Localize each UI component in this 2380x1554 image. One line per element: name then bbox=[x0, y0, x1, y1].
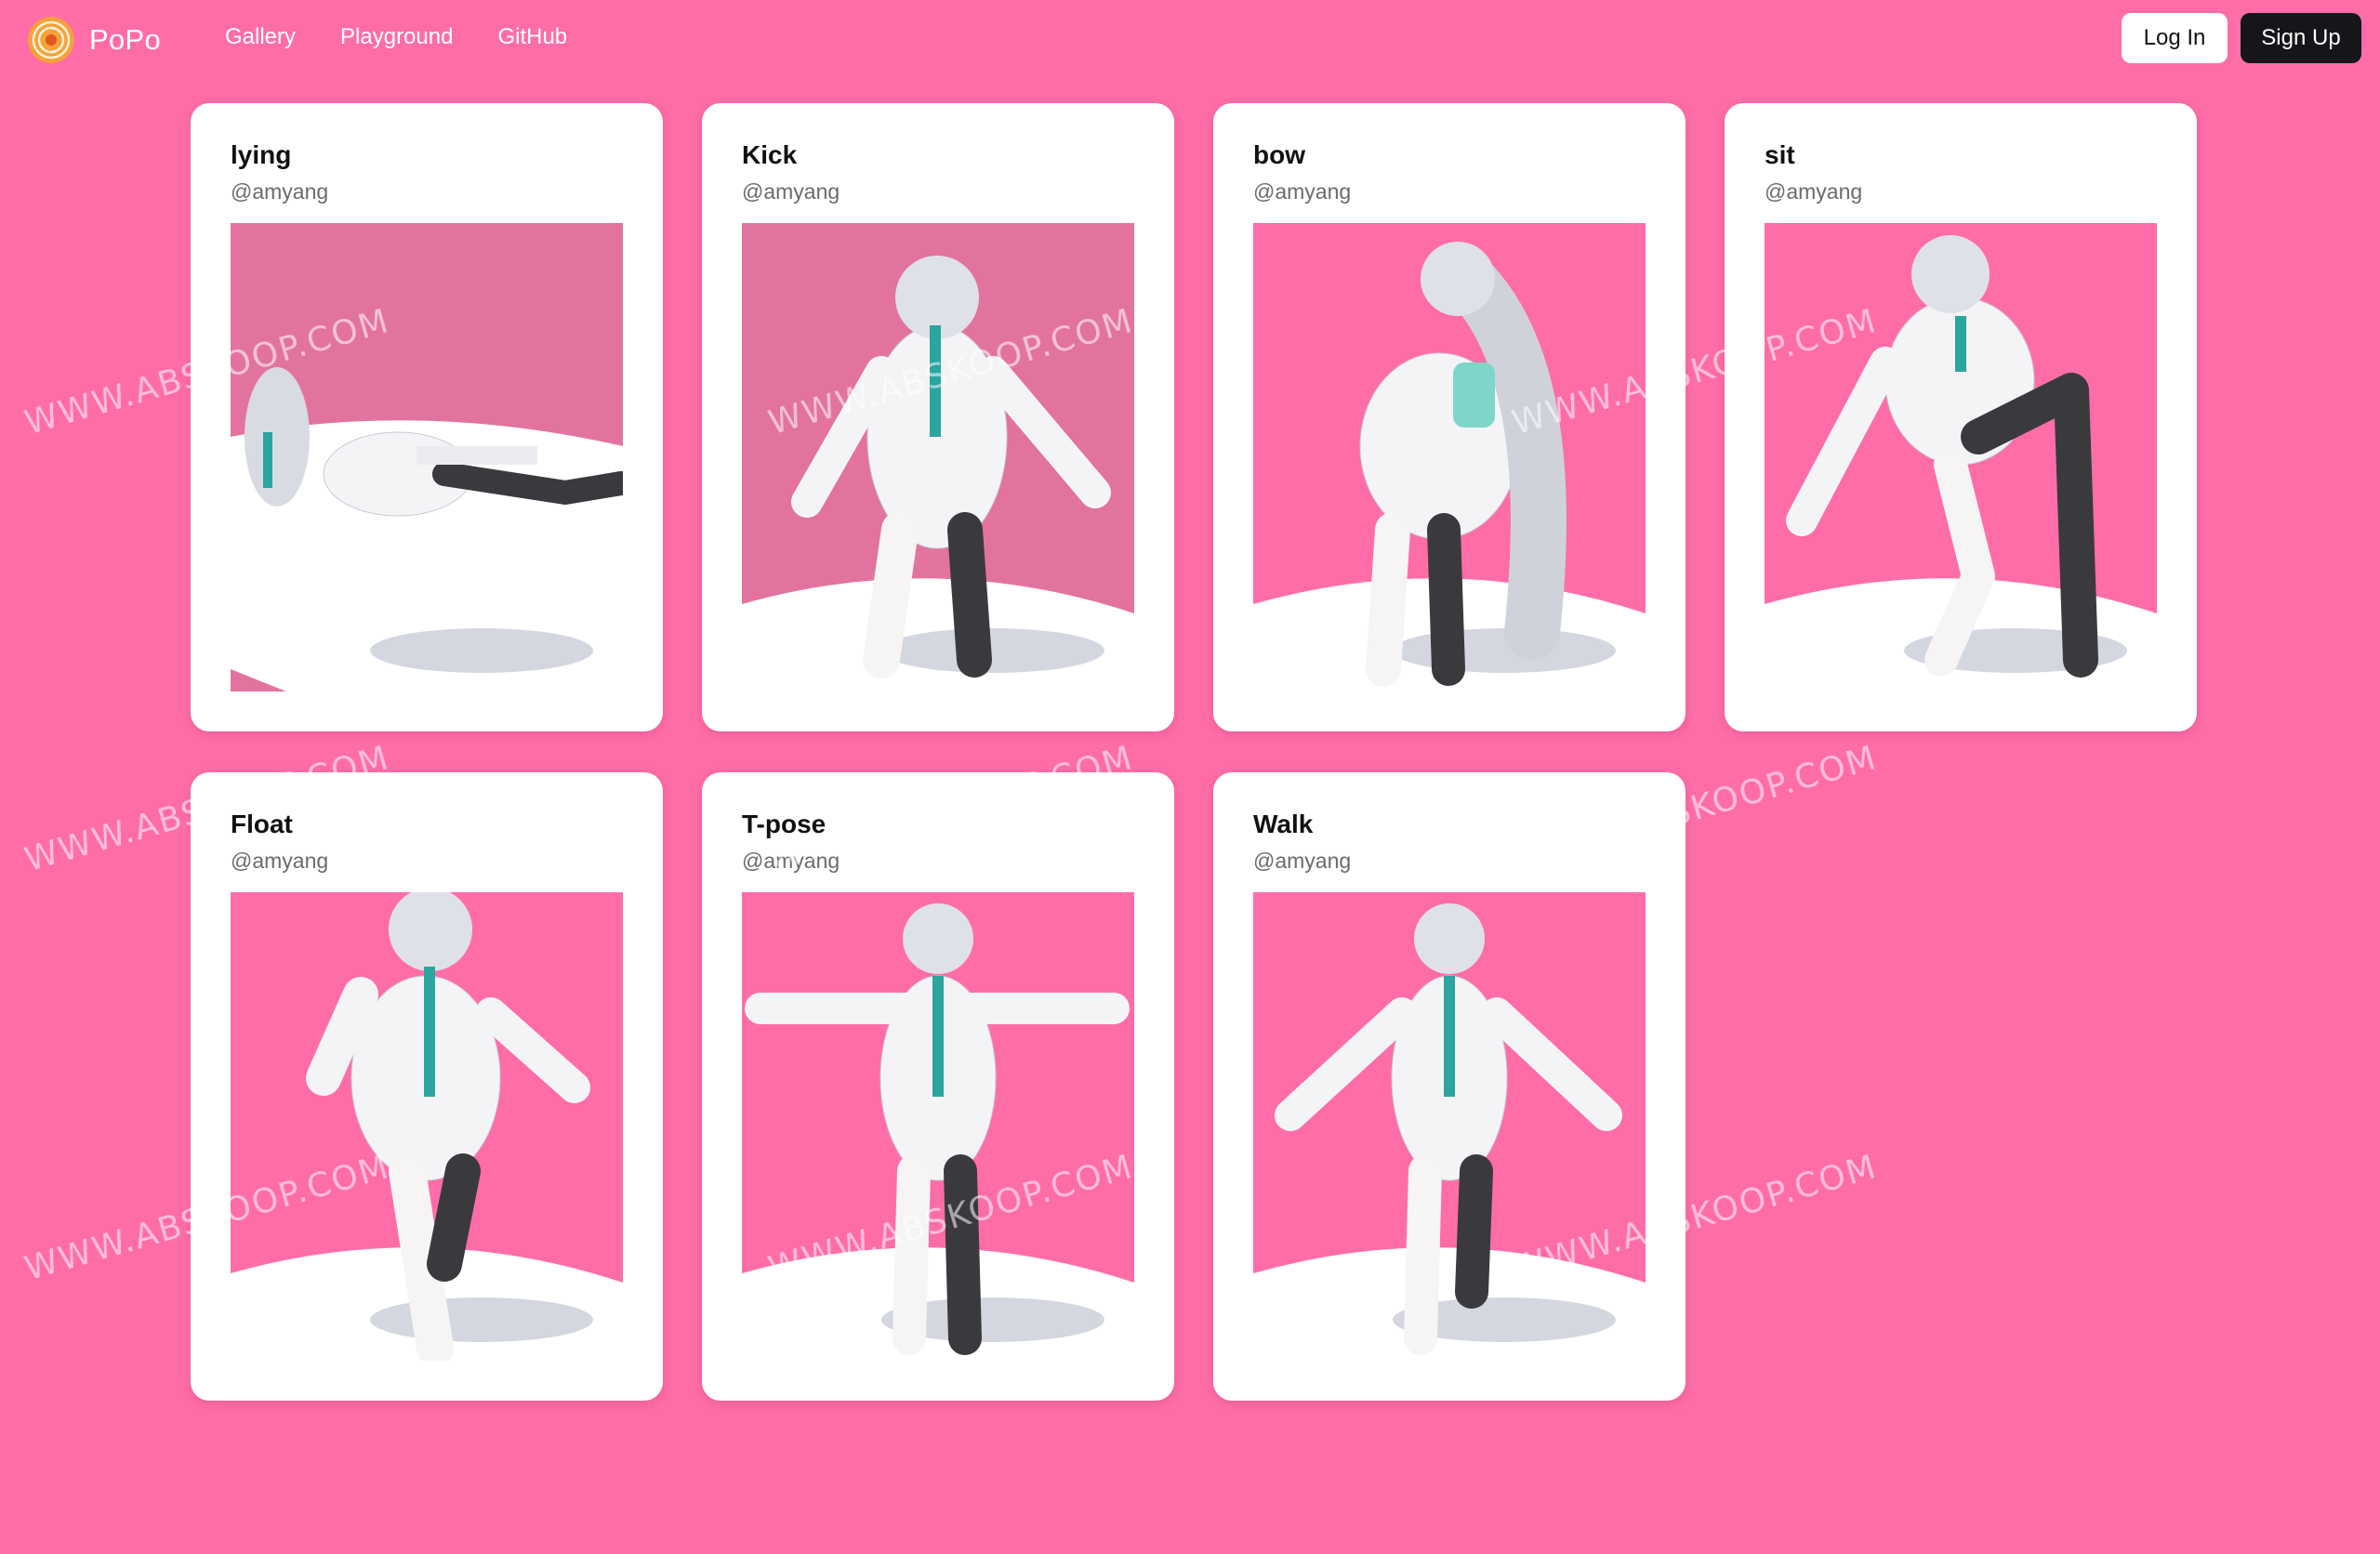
card-title: Kick bbox=[742, 140, 798, 169]
card-title: Float bbox=[231, 810, 293, 838]
pose-card-float[interactable]: Float @amyang bbox=[191, 772, 663, 1401]
pose-card-sit[interactable]: sit @amyang bbox=[1725, 103, 2197, 731]
pose-card-lying[interactable]: lying @amyang bbox=[191, 103, 663, 731]
brand-name: PoPo bbox=[89, 23, 162, 56]
card-title: sit bbox=[1765, 140, 1795, 169]
target-logo-icon bbox=[28, 17, 74, 63]
pose-card-bow[interactable]: bow @amyang bbox=[1213, 103, 1686, 731]
card-author[interactable]: @amyang bbox=[742, 849, 840, 874]
pose-card-kick[interactable]: Kick @amyang bbox=[702, 103, 1174, 731]
top-navigation-bar: PoPo Gallery Playground GitHub Log In Si… bbox=[0, 0, 2380, 78]
pose-card-walk[interactable]: Walk @amyang bbox=[1213, 772, 1686, 1401]
nav-link-github[interactable]: GitHub bbox=[497, 24, 567, 50]
brand-logo-link[interactable]: PoPo bbox=[26, 15, 161, 65]
pose-thumbnail-image[interactable] bbox=[1253, 892, 1646, 1361]
pose-thumbnail-image[interactable] bbox=[1253, 223, 1646, 691]
card-author[interactable]: @amyang bbox=[1765, 179, 1862, 204]
login-button[interactable]: Log In bbox=[2122, 13, 2228, 63]
nav-link-gallery[interactable]: Gallery bbox=[225, 24, 296, 50]
card-author[interactable]: @amyang bbox=[231, 179, 328, 204]
pose-thumbnail-image[interactable] bbox=[231, 892, 623, 1361]
pose-thumbnail-image[interactable] bbox=[1765, 223, 2157, 691]
signup-button[interactable]: Sign Up bbox=[2241, 13, 2361, 63]
card-author[interactable]: @amyang bbox=[1253, 179, 1351, 204]
nav-link-playground[interactable]: Playground bbox=[340, 24, 453, 50]
pose-thumbnail-image[interactable] bbox=[231, 223, 623, 691]
pose-thumbnail-image[interactable] bbox=[742, 223, 1134, 691]
card-author[interactable]: @amyang bbox=[742, 179, 840, 204]
card-author[interactable]: @amyang bbox=[231, 849, 328, 874]
card-title: bow bbox=[1253, 140, 1305, 169]
pose-card-tpose[interactable]: T-pose @amyang bbox=[702, 772, 1174, 1401]
card-title: lying bbox=[231, 140, 292, 169]
card-author[interactable]: @amyang bbox=[1253, 849, 1351, 874]
card-title: Walk bbox=[1253, 810, 1314, 838]
pose-thumbnail-image[interactable] bbox=[742, 892, 1134, 1361]
card-title: T-pose bbox=[742, 810, 826, 838]
